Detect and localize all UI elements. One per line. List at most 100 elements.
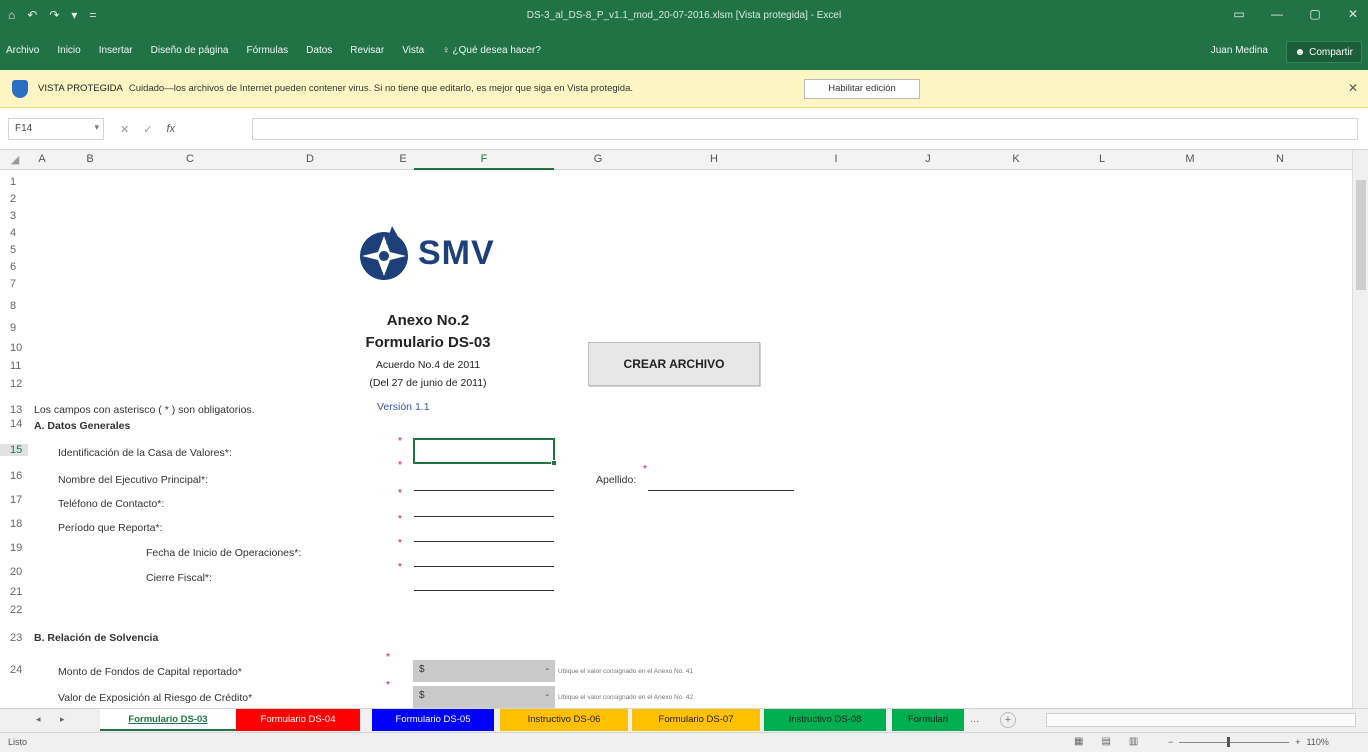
row-header[interactable]: 3 xyxy=(0,210,28,222)
column-header[interactable]: A xyxy=(32,153,52,165)
prev-sheet-icon[interactable]: ◂ xyxy=(36,714,41,725)
tab-inicio[interactable]: Inicio xyxy=(57,45,80,56)
column-header[interactable]: K xyxy=(1006,153,1026,165)
tab-revisar[interactable]: Revisar xyxy=(350,45,384,56)
ribbon-display-icon[interactable]: ▭ xyxy=(1232,7,1246,21)
exposicion-value-cell[interactable]: $ - xyxy=(413,686,555,708)
cell-f14-selected[interactable] xyxy=(413,438,557,466)
row-header[interactable]: 6 xyxy=(0,261,28,273)
enable-editing-button[interactable]: Habilitar edición xyxy=(804,79,920,99)
crear-archivo-button[interactable]: CREAR ARCHIVO xyxy=(588,342,760,386)
row-header[interactable]: 11 xyxy=(0,360,28,372)
user-name[interactable]: Juan Medina xyxy=(1211,45,1268,56)
close-message-icon[interactable]: ✕ xyxy=(1348,81,1358,95)
vertical-scrollbar[interactable] xyxy=(1352,150,1368,708)
row-header[interactable]: 17 xyxy=(0,494,28,506)
tab-vista[interactable]: Vista xyxy=(402,45,424,56)
row-header[interactable]: 2 xyxy=(0,193,28,205)
column-header[interactable]: G xyxy=(588,153,608,165)
tab-insertar[interactable]: Insertar xyxy=(99,45,133,56)
maximize-icon[interactable]: ▢ xyxy=(1308,7,1322,21)
next-sheet-icon[interactable]: ▸ xyxy=(60,714,65,725)
add-sheet-icon[interactable]: + xyxy=(1000,712,1016,728)
row-header[interactable]: 10 xyxy=(0,342,28,354)
column-header[interactable]: C xyxy=(180,153,200,165)
column-header[interactable]: L xyxy=(1092,153,1112,165)
row-header-selected[interactable]: 15 xyxy=(0,444,28,456)
enter-icon[interactable]: ✓ xyxy=(143,123,152,136)
normal-view-icon[interactable]: ▦ xyxy=(1074,736,1083,747)
row-header[interactable]: 1 xyxy=(0,176,28,188)
scrollbar-thumb[interactable] xyxy=(1356,180,1366,290)
input-telefono-line[interactable] xyxy=(414,516,554,517)
page-layout-icon[interactable]: ▤ xyxy=(1101,736,1110,747)
column-header[interactable]: I xyxy=(826,153,846,165)
monto-value-cell[interactable]: $ - xyxy=(413,660,555,682)
row-header[interactable]: 12 xyxy=(0,378,28,390)
formulario-title: Formulario DS-03 xyxy=(365,334,491,351)
more-sheets-icon[interactable]: ... xyxy=(970,713,979,725)
row-header[interactable]: 5 xyxy=(0,244,28,256)
tab-diseno-pagina[interactable]: Diseño de página xyxy=(151,45,229,56)
column-header[interactable]: J xyxy=(918,153,938,165)
cancel-icon[interactable]: ✕ xyxy=(120,123,129,136)
worksheet-grid[interactable] xyxy=(0,170,1352,708)
tab-datos[interactable]: Datos xyxy=(306,45,332,56)
row-header[interactable]: 7 xyxy=(0,278,28,290)
field-exposicion-label: Valor de Exposición al Riesgo de Crédito… xyxy=(58,692,253,704)
chevron-down-icon[interactable]: ▾ xyxy=(94,122,99,133)
input-inicio-line[interactable] xyxy=(414,566,554,567)
row-header[interactable]: 21 xyxy=(0,586,28,598)
row-header[interactable]: 14 xyxy=(0,418,28,430)
sheet-tab-ds08[interactable]: Instructivo DS-08 xyxy=(764,709,886,731)
zoom-out-icon[interactable]: − xyxy=(1168,737,1173,747)
excel-window: ⌂ ↶ ↷ ▾ = DS-3_al_DS-8_P_v1.1_mod_20-07-… xyxy=(0,0,1368,752)
horizontal-scrollbar[interactable] xyxy=(1046,713,1356,727)
currency-symbol: $ xyxy=(419,690,425,701)
share-button[interactable]: ☻ Compartir xyxy=(1285,41,1362,63)
column-header-selected[interactable]: F xyxy=(414,153,554,170)
column-header[interactable]: E xyxy=(396,153,410,165)
column-header[interactable]: M xyxy=(1180,153,1200,165)
minimize-icon[interactable]: — xyxy=(1270,7,1284,21)
row-header[interactable]: 18 xyxy=(0,518,28,530)
zoom-slider[interactable] xyxy=(1179,736,1290,747)
column-header[interactable]: H xyxy=(704,153,724,165)
zoom-level[interactable]: 110% xyxy=(1307,737,1329,747)
row-header[interactable]: 20 xyxy=(0,566,28,578)
close-icon[interactable]: ✕ xyxy=(1346,7,1360,21)
input-apellido-line[interactable] xyxy=(648,490,794,491)
sheet-tab-ds09[interactable]: Formulari xyxy=(892,709,964,731)
row-header[interactable]: 13 xyxy=(0,404,28,416)
sheet-tab-ds05[interactable]: Formulario DS-05 xyxy=(372,709,494,731)
row-header[interactable]: 9 xyxy=(0,322,28,334)
row-header[interactable]: 16 xyxy=(0,470,28,482)
row-header[interactable]: 22 xyxy=(0,604,28,616)
row-header[interactable]: 24 xyxy=(0,664,28,676)
row-header[interactable]: 23 xyxy=(0,632,28,644)
input-ejecutivo-line[interactable] xyxy=(414,490,554,491)
column-header[interactable]: B xyxy=(80,153,100,165)
tab-formulas[interactable]: Fórmulas xyxy=(246,45,288,56)
row-header[interactable]: 8 xyxy=(0,300,28,312)
fill-handle[interactable] xyxy=(551,460,557,466)
tab-archivo[interactable]: Archivo xyxy=(6,45,39,56)
input-cierre-line[interactable] xyxy=(414,590,554,591)
row-header[interactable]: 19 xyxy=(0,542,28,554)
formula-input[interactable] xyxy=(252,118,1358,140)
sheet-tab-ds06[interactable]: Instructivo DS-06 xyxy=(500,709,628,731)
sheet-tab-ds04[interactable]: Formulario DS-04 xyxy=(236,709,360,731)
select-all-corner[interactable]: ◢ xyxy=(8,153,22,166)
page-break-icon[interactable]: ▥ xyxy=(1129,736,1138,747)
sheet-tab-ds03[interactable]: Formulario DS-03 xyxy=(100,709,236,731)
name-box[interactable]: F14 ▾ xyxy=(8,118,104,140)
input-periodo-line[interactable] xyxy=(414,541,554,542)
column-header[interactable]: N xyxy=(1270,153,1290,165)
sheet-tab-ds07[interactable]: Formulario DS-07 xyxy=(632,709,760,731)
column-header[interactable]: D xyxy=(300,153,320,165)
tell-me-search[interactable]: ♀ ¿Qué desea hacer? xyxy=(442,45,541,56)
insert-function-icon[interactable]: fx xyxy=(166,123,175,135)
zoom-slider-knob[interactable] xyxy=(1227,736,1231,747)
zoom-in-icon[interactable]: + xyxy=(1295,737,1300,747)
row-header[interactable]: 4 xyxy=(0,227,28,239)
